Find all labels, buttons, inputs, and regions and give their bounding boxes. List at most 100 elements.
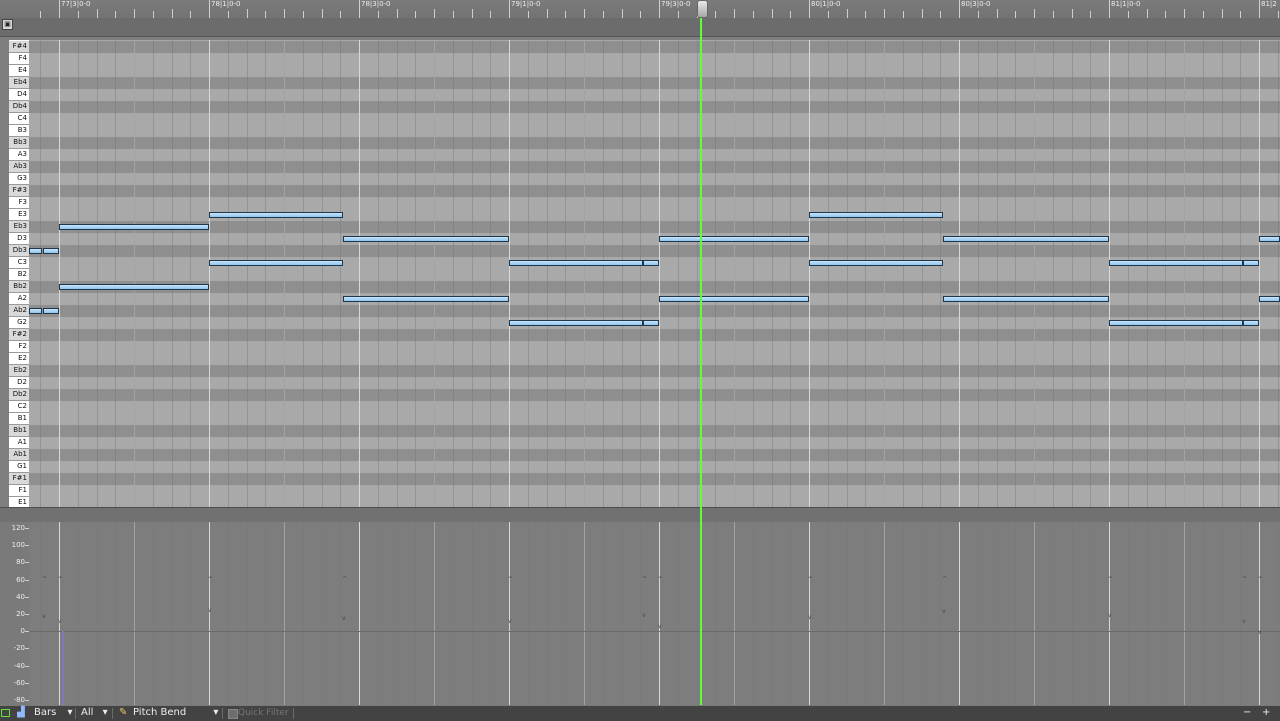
piano-key[interactable]: Db3 xyxy=(9,245,29,257)
piano-key[interactable]: C4 xyxy=(9,113,29,125)
piano-key[interactable]: B1 xyxy=(9,413,29,425)
piano-key[interactable]: E2 xyxy=(9,353,29,365)
velocity-marker[interactable]: v xyxy=(942,609,946,615)
midi-note[interactable] xyxy=(809,212,943,218)
piano-key[interactable]: B2 xyxy=(9,269,29,281)
zoom-fit-button[interactable]: ▣ xyxy=(2,19,13,30)
midi-note[interactable] xyxy=(643,260,659,266)
piano-key[interactable]: D4 xyxy=(9,89,29,101)
piano-key[interactable]: A3 xyxy=(9,149,29,161)
midi-note[interactable] xyxy=(509,260,643,266)
midi-note[interactable] xyxy=(659,236,809,242)
midi-note[interactable] xyxy=(29,308,42,314)
controller-select[interactable]: Pitch Bend ▾ xyxy=(133,706,218,721)
note-filter-select[interactable]: All ▾ xyxy=(81,706,108,721)
velocity-marker[interactable]: ^ xyxy=(508,577,513,583)
piano-key[interactable]: F1 xyxy=(9,485,29,497)
piano-keyboard[interactable]: F#4 F4 E4 Eb4 D4 Db4 C4 B3 Bb3 A3 Ab3 G3 F#3 F3 E3 Eb3 D… xyxy=(9,40,30,507)
velocity-marker[interactable]: v xyxy=(1242,619,1246,625)
piano-key[interactable]: D2 xyxy=(9,377,29,389)
velocity-marker[interactable]: ^ xyxy=(208,577,213,583)
piano-key[interactable]: Bb2 xyxy=(9,281,29,293)
velocity-marker[interactable]: ^ xyxy=(58,577,63,583)
piano-key[interactable]: G1 xyxy=(9,461,29,473)
midi-note[interactable] xyxy=(43,248,59,254)
velocity-marker[interactable]: v xyxy=(342,616,346,622)
piano-key[interactable]: Ab1 xyxy=(9,449,29,461)
midi-note[interactable] xyxy=(1243,320,1259,326)
piano-key[interactable]: Bb3 xyxy=(9,137,29,149)
piano-key[interactable]: F#4 xyxy=(9,41,29,53)
midi-note[interactable] xyxy=(943,236,1109,242)
velocity-marker[interactable]: ^ xyxy=(808,577,813,583)
midi-note[interactable] xyxy=(343,236,509,242)
velocity-marker[interactable]: v xyxy=(58,619,62,625)
midi-note[interactable] xyxy=(343,296,509,302)
piano-key[interactable]: Eb3 xyxy=(9,221,29,233)
grid-unit-select[interactable]: Bars ▾ xyxy=(34,706,73,721)
piano-key[interactable]: F3 xyxy=(9,197,29,209)
grid-toggle-icon[interactable] xyxy=(1,709,10,717)
piano-key[interactable]: Ab3 xyxy=(9,161,29,173)
midi-note[interactable] xyxy=(659,296,809,302)
midi-note[interactable] xyxy=(1259,296,1280,302)
velocity-marker[interactable]: v xyxy=(508,619,512,625)
midi-note[interactable] xyxy=(209,212,343,218)
midi-note[interactable] xyxy=(643,320,659,326)
velocity-marker[interactable]: v xyxy=(208,608,212,614)
quick-filter-input[interactable] xyxy=(238,707,292,719)
velocity-marker[interactable]: ^ xyxy=(642,577,647,583)
piano-key[interactable]: E1 xyxy=(9,497,29,507)
piano-key[interactable]: F4 xyxy=(9,53,29,65)
midi-note[interactable] xyxy=(809,260,943,266)
piano-key[interactable]: Db4 xyxy=(9,101,29,113)
velocity-marker[interactable]: v xyxy=(1108,613,1112,619)
zoom-in-button[interactable]: + xyxy=(1262,706,1270,721)
piano-key[interactable]: G3 xyxy=(9,173,29,185)
piano-key[interactable]: Eb4 xyxy=(9,77,29,89)
piano-key[interactable]: Bb1 xyxy=(9,425,29,437)
piano-key[interactable]: C3 xyxy=(9,257,29,269)
piano-key[interactable]: A2 xyxy=(9,293,29,305)
piano-key[interactable]: C2 xyxy=(9,401,29,413)
piano-key[interactable]: Eb2 xyxy=(9,365,29,377)
velocity-marker[interactable]: v xyxy=(642,613,646,619)
velocity-marker[interactable]: v xyxy=(42,614,46,620)
midi-note[interactable] xyxy=(29,248,42,254)
piano-key[interactable]: F2 xyxy=(9,341,29,353)
controller-lane[interactable]: 120 100 80 60 40 20 0 -20 -40 -60 -80 ^ ^ v v ^ v ^ v ^ v ^ v… xyxy=(0,522,1280,705)
piano-key[interactable]: A1 xyxy=(9,437,29,449)
velocity-marker[interactable]: ^ xyxy=(1258,577,1263,583)
piano-key[interactable]: B3 xyxy=(9,125,29,137)
velocity-marker[interactable]: ^ xyxy=(658,577,663,583)
midi-note[interactable] xyxy=(943,296,1109,302)
piano-key[interactable]: E4 xyxy=(9,65,29,77)
midi-note[interactable] xyxy=(1243,260,1259,266)
piano-key[interactable]: Ab2 xyxy=(9,305,29,317)
velocity-marker[interactable]: v xyxy=(658,624,662,630)
piano-key[interactable]: F#1 xyxy=(9,473,29,485)
piano-roll-grid[interactable] xyxy=(29,40,1280,507)
velocity-marker[interactable]: v xyxy=(808,615,812,621)
lane-divider[interactable] xyxy=(0,507,1280,523)
midi-note[interactable] xyxy=(1259,236,1280,242)
timeline-ruler[interactable]: 77|3|0-0 78|1|0-0 78|3|0-0 79|1|0-0 79|3|0-0… xyxy=(0,0,1280,37)
pitch-bend-curve[interactable] xyxy=(62,631,64,705)
midi-note[interactable] xyxy=(1109,320,1243,326)
midi-note[interactable] xyxy=(1109,260,1243,266)
zoom-out-button[interactable]: − xyxy=(1243,706,1251,721)
piano-key[interactable]: Db2 xyxy=(9,389,29,401)
velocity-marker[interactable]: ^ xyxy=(42,577,47,583)
midi-note[interactable] xyxy=(43,308,59,314)
velocity-marker[interactable]: ^ xyxy=(942,577,947,583)
velocity-marker[interactable]: ^ xyxy=(1242,577,1247,583)
controller-lane-grid[interactable]: ^ ^ v v ^ v ^ v ^ v ^ v ^ v ^ v ^ v ^ v ^ v ^ v xyxy=(29,522,1280,705)
velocity-marker[interactable]: v xyxy=(1258,630,1262,636)
velocity-marker[interactable]: ^ xyxy=(342,577,347,583)
midi-note[interactable] xyxy=(59,224,209,230)
quick-filter-checkbox[interactable] xyxy=(228,709,238,719)
piano-key[interactable]: D3 xyxy=(9,233,29,245)
piano-key[interactable]: F#3 xyxy=(9,185,29,197)
midi-note[interactable] xyxy=(209,260,343,266)
piano-key[interactable]: F#2 xyxy=(9,329,29,341)
